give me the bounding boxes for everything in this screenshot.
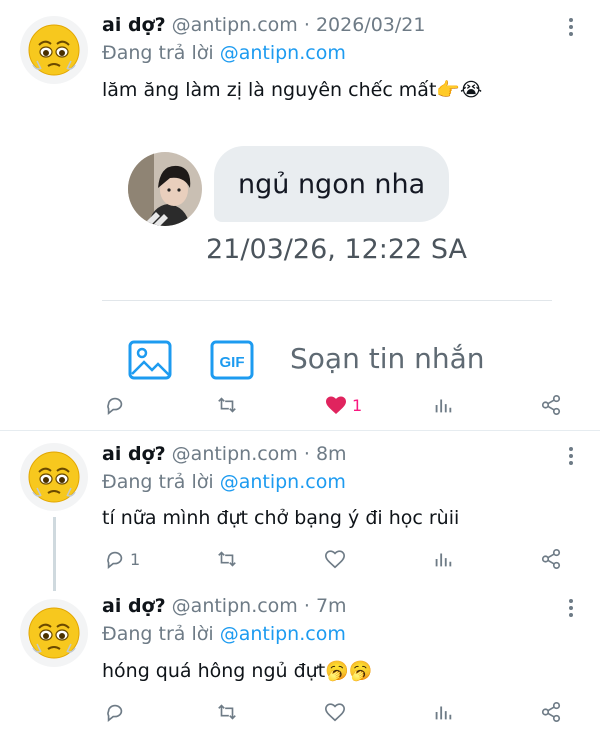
share-button[interactable] (540, 390, 562, 420)
share-icon (541, 549, 561, 569)
like-count: 1 (352, 395, 363, 415)
tweet-text: lăm ăng làm zị là nguyên chếc mất👉😭 (102, 79, 483, 101)
display-name[interactable]: ai dợ? (102, 443, 166, 465)
timestamp[interactable]: 7m (316, 595, 347, 617)
tweet-text: tí nữa mình đựt chở bạng ý đi học rùii (102, 507, 460, 529)
retweet-button[interactable] (216, 697, 242, 727)
heart-icon (325, 703, 345, 722)
dm-timestamp: 21/03/26, 12:22 SA (206, 234, 467, 265)
reply-count: 1 (130, 549, 141, 569)
replying-prefix: Đang trả lời (102, 471, 214, 493)
share-icon (541, 395, 561, 415)
more-options-icon[interactable] (568, 599, 574, 620)
tweet-actions (0, 697, 600, 727)
tweet-header: ai dợ? @antipn.com · 2026/03/21 (102, 14, 425, 36)
more-options-icon[interactable] (568, 447, 574, 468)
like-button[interactable]: 1 (324, 390, 362, 420)
tweet-text: hóng quá hông ngủ đựt🥱🥱 (102, 660, 373, 682)
analytics-icon (435, 399, 452, 413)
analytics-icon (435, 553, 452, 567)
share-icon (541, 702, 561, 722)
reply-icon (107, 397, 123, 415)
user-handle[interactable]: @antipn.com (172, 14, 298, 36)
replying-to-link[interactable]: @antipn.com (220, 471, 346, 493)
tweet-actions: 1 (0, 390, 600, 420)
analytics-button[interactable] (432, 697, 454, 727)
retweet-icon (218, 397, 236, 413)
tweet-header: ai dợ? @antipn.com · 8m (102, 443, 347, 465)
reply-button[interactable] (104, 697, 130, 727)
person-photo-icon (128, 152, 202, 226)
timestamp[interactable]: 2026/03/21 (316, 14, 426, 36)
replying-to-link[interactable]: @antipn.com (220, 42, 346, 64)
share-button[interactable] (540, 544, 562, 574)
divider (102, 300, 552, 301)
retweet-button[interactable] (216, 390, 242, 420)
analytics-button[interactable] (432, 544, 454, 574)
avatar[interactable] (20, 443, 88, 511)
tweet-header: ai dợ? @antipn.com · 7m (102, 595, 347, 617)
replying-prefix: Đang trả lời (102, 623, 214, 645)
user-handle[interactable]: @antipn.com (172, 595, 298, 617)
replying-to-link[interactable]: @antipn.com (220, 623, 346, 645)
share-button[interactable] (540, 697, 562, 727)
tweet-3[interactable]: ai dợ? @antipn.com · 7m Đang trả lời @an… (0, 591, 600, 733)
tweet-1[interactable]: ai dợ? @antipn.com · 2026/03/21 Đang trả… (0, 0, 600, 430)
like-button[interactable] (324, 697, 350, 727)
pleading-face-avatar-icon (28, 607, 80, 659)
user-handle[interactable]: @antipn.com (172, 443, 298, 465)
gif-icon: GIF (210, 340, 254, 384)
retweet-button[interactable] (216, 544, 242, 574)
pleading-face-avatar-icon (28, 451, 80, 503)
replying-prefix: Đang trả lời (102, 42, 214, 64)
retweet-icon (218, 551, 236, 567)
display-name[interactable]: ai dợ? (102, 14, 166, 36)
embedded-image[interactable]: ngủ ngon nha 21/03/26, 12:22 SA GIF Soạn… (102, 130, 562, 400)
reply-button[interactable] (104, 390, 130, 420)
timestamp[interactable]: 8m (316, 443, 347, 465)
reply-icon (107, 551, 123, 569)
separator: · (303, 443, 310, 465)
separator: · (303, 595, 310, 617)
display-name[interactable]: ai dợ? (102, 595, 166, 617)
more-options-icon[interactable] (568, 18, 574, 39)
separator: · (303, 14, 310, 36)
analytics-button[interactable] (432, 390, 454, 420)
replying-to: Đang trả lời @antipn.com (102, 623, 346, 645)
avatar[interactable] (20, 599, 88, 667)
heart-icon (325, 550, 345, 569)
tweet-actions: 1 (0, 544, 600, 574)
gif-label: GIF (220, 354, 245, 371)
analytics-icon (435, 706, 452, 720)
replying-to: Đang trả lời @antipn.com (102, 42, 346, 64)
dm-avatar (128, 152, 202, 226)
pleading-face-avatar-icon (28, 24, 80, 76)
like-button[interactable] (324, 544, 350, 574)
retweet-icon (218, 704, 236, 720)
composer-placeholder: Soạn tin nhắn (290, 342, 485, 375)
avatar[interactable] (20, 16, 88, 84)
heart-icon (326, 396, 346, 414)
dm-message-bubble: ngủ ngon nha (214, 146, 450, 222)
tweet-2[interactable]: ai dợ? @antipn.com · 8m Đang trả lời @an… (0, 431, 600, 591)
image-icon (128, 340, 172, 384)
reply-icon (107, 704, 123, 722)
reply-button[interactable]: 1 (104, 544, 140, 574)
replying-to: Đang trả lời @antipn.com (102, 471, 346, 493)
